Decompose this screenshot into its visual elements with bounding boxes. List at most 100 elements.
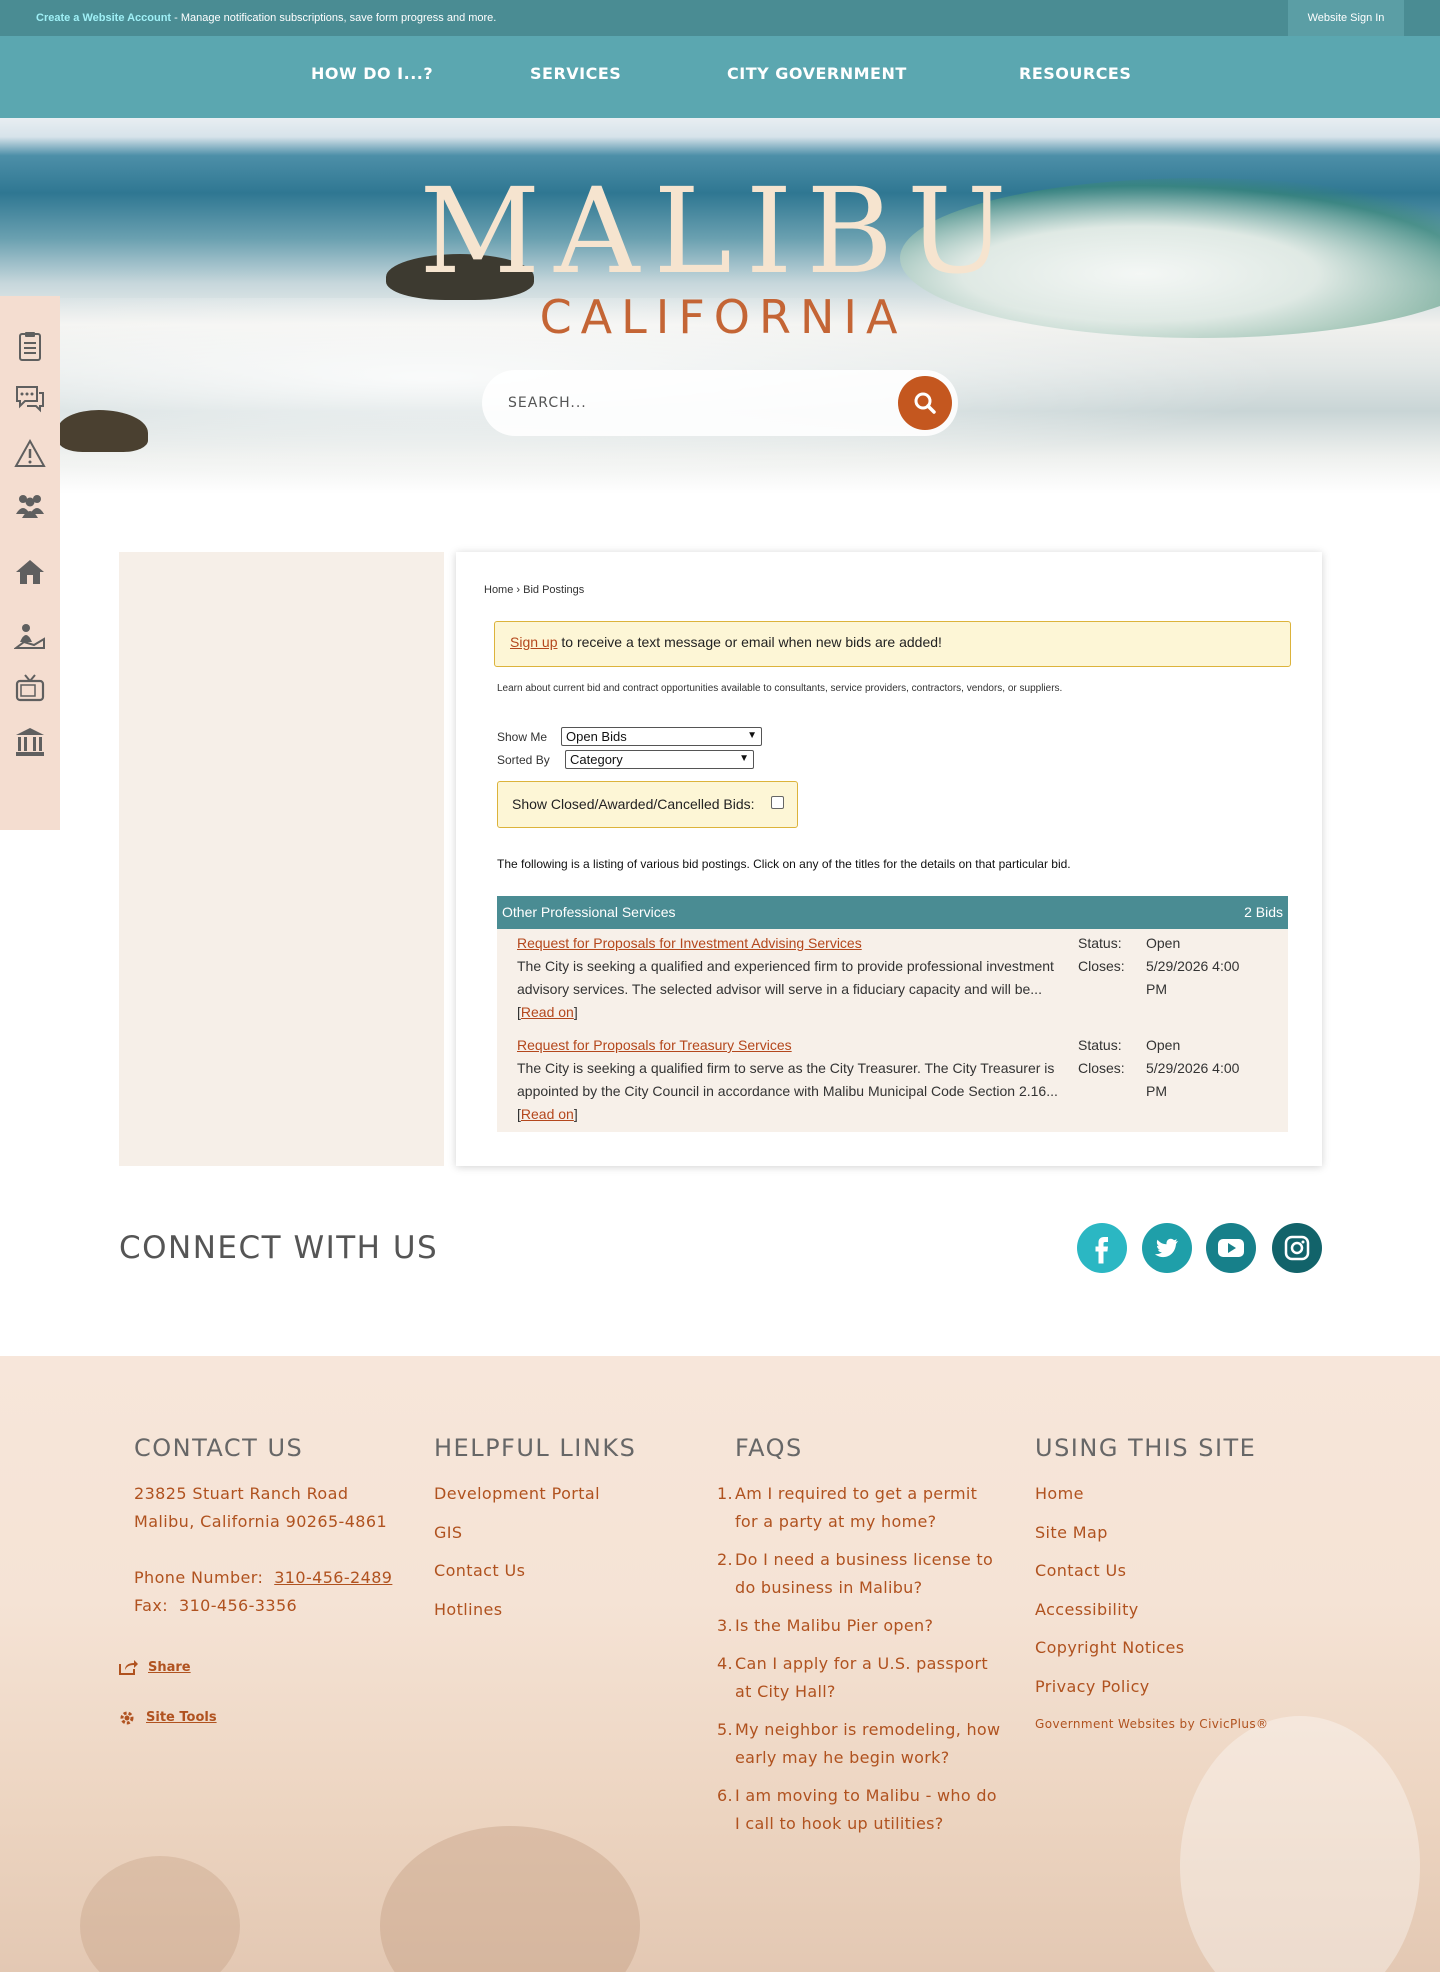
left-side-panel: [119, 552, 444, 1166]
status-label: Status:: [1078, 1037, 1122, 1053]
account-message-text: - Manage notification subscriptions, sav…: [171, 12, 497, 24]
bid-title-link[interactable]: Request for Proposals for Investment Adv…: [517, 935, 862, 951]
nav-resources[interactable]: RESOURCES: [1019, 64, 1131, 83]
closes-value: 5/29/2026 4:00 PM: [1146, 958, 1240, 997]
show-closed-box: Show Closed/Awarded/Cancelled Bids:: [497, 781, 798, 828]
bid-description: The City is seeking a qualified and expe…: [517, 958, 1054, 997]
using-link-privacy-policy[interactable]: Privacy Policy: [1035, 1673, 1150, 1701]
home-icon[interactable]: [14, 556, 46, 588]
footer-background-rock: [380, 1826, 640, 1972]
account-message: Create a Website Account - Manage notifi…: [36, 12, 496, 24]
civicplus-link[interactable]: Government Websites by CivicPlus®: [1035, 1717, 1268, 1731]
helpful-link-contact-us[interactable]: Contact Us: [434, 1557, 525, 1585]
fax-number: 310-456-3356: [178, 1596, 298, 1615]
tv-icon[interactable]: [14, 672, 46, 704]
contact-address-2: Malibu, California 90265-4861: [134, 1512, 388, 1531]
alert-icon[interactable]: [14, 438, 46, 470]
breadcrumb-home[interactable]: Home: [484, 584, 513, 596]
website-sign-in-button[interactable]: Website Sign In: [1288, 0, 1404, 36]
sorted-by-label: Sorted By: [497, 753, 550, 767]
share-icon: [119, 1660, 138, 1675]
signup-link[interactable]: Sign up: [510, 634, 557, 650]
using-link-copyright-notices[interactable]: Copyright Notices: [1035, 1634, 1185, 1662]
show-closed-checkbox[interactable]: [771, 796, 784, 809]
faq-question[interactable]: Do I need a business license to do busin…: [735, 1550, 993, 1597]
search-button[interactable]: [898, 376, 952, 430]
instagram-icon[interactable]: [1272, 1223, 1322, 1273]
share-label: Share: [148, 1660, 191, 1675]
search-icon: [914, 392, 936, 414]
contact-fax-row: Fax: 310-456-3356: [134, 1592, 297, 1620]
fax-label: Fax:: [134, 1596, 168, 1615]
map-person-icon[interactable]: [14, 620, 46, 652]
nav-services[interactable]: SERVICES: [530, 64, 621, 83]
sorted-by-value: Category: [570, 752, 623, 767]
closes-label: Closes:: [1078, 1060, 1125, 1076]
quick-links-sidebar: [0, 296, 60, 830]
nav-city-government[interactable]: CITY GOVERNMENT: [727, 64, 907, 83]
site-logo-california[interactable]: CALIFORNIA: [0, 290, 1440, 344]
using-link-contact-us[interactable]: Contact Us: [1035, 1557, 1126, 1585]
show-me-select[interactable]: Open Bids ▼: [561, 727, 762, 746]
faq-question[interactable]: Am I required to get a permit for a part…: [735, 1484, 977, 1531]
closes-value: 5/29/2026 4:00 PM: [1146, 1060, 1240, 1099]
faq-question[interactable]: My neighbor is remodeling, how early may…: [735, 1720, 1000, 1767]
faq-item[interactable]: 6. I am moving to Malibu - who do I call …: [717, 1782, 1005, 1838]
helpful-link-development-portal[interactable]: Development Portal: [434, 1480, 600, 1508]
helpful-link-gis[interactable]: GIS: [434, 1519, 462, 1547]
show-me-value: Open Bids: [566, 729, 627, 744]
helpful-links-heading: HELPFUL LINKS: [434, 1434, 637, 1462]
bid-item: Request for Proposals for Investment Adv…: [517, 932, 1277, 1024]
connect-heading: CONNECT WITH US: [119, 1230, 439, 1266]
faq-question[interactable]: Is the Malibu Pier open?: [735, 1616, 933, 1635]
people-icon[interactable]: [14, 490, 46, 522]
faq-item[interactable]: 2. Do I need a business license to do bus…: [717, 1546, 1005, 1602]
status-label: Status:: [1078, 935, 1122, 951]
sorted-by-select[interactable]: Category ▼: [565, 750, 754, 769]
chevron-down-icon: ▼: [747, 730, 757, 741]
chat-icon[interactable]: [14, 382, 46, 414]
contact-heading: CONTACT US: [134, 1434, 304, 1462]
listing-description: The following is a listing of various bi…: [497, 857, 1071, 871]
read-on-link[interactable]: Read on: [521, 1004, 574, 1020]
footer-background-foam: [1180, 1716, 1420, 1972]
twitter-icon[interactable]: [1142, 1223, 1192, 1273]
site-footer: CONTACT US 23825 Stuart Ranch Road Malib…: [0, 1356, 1440, 1972]
faq-item[interactable]: 3. Is the Malibu Pier open?: [717, 1612, 1005, 1640]
contact-address-1: 23825 Stuart Ranch Road: [134, 1484, 349, 1503]
breadcrumb: Home › Bid Postings: [484, 584, 584, 596]
government-building-icon[interactable]: [14, 726, 46, 758]
show-me-label: Show Me: [497, 730, 548, 744]
search-input[interactable]: SEARCH...: [508, 395, 587, 411]
read-on-link[interactable]: Read on: [521, 1106, 574, 1122]
faq-item[interactable]: 4. Can I apply for a U.S. passport at Cit…: [717, 1650, 1005, 1706]
bid-title-link[interactable]: Request for Proposals for Treasury Servi…: [517, 1037, 792, 1053]
main-nav: HOW DO I...? SERVICES CITY GOVERNMENT RE…: [0, 36, 1440, 118]
using-link-site-map[interactable]: Site Map: [1035, 1519, 1108, 1547]
using-link-accessibility[interactable]: Accessibility: [1035, 1596, 1139, 1624]
create-account-link[interactable]: Create a Website Account: [36, 12, 171, 24]
hero-rock-left: [58, 410, 148, 452]
faq-item[interactable]: 5. My neighbor is remodeling, how early m…: [717, 1716, 1005, 1772]
intro-text: Learn about current bid and contract opp…: [497, 683, 1063, 694]
using-link-home[interactable]: Home: [1035, 1480, 1084, 1508]
search-box[interactable]: SEARCH...: [482, 370, 958, 436]
facebook-icon[interactable]: [1077, 1223, 1127, 1273]
clipboard-icon[interactable]: [14, 330, 46, 362]
signup-notice-text: to receive a text message or email when …: [557, 634, 942, 650]
site-tools-label: Site Tools: [146, 1710, 217, 1725]
youtube-icon[interactable]: [1206, 1223, 1256, 1273]
faq-question[interactable]: I am moving to Malibu - who do I call to…: [735, 1786, 997, 1833]
signup-notice: Sign up to receive a text message or ema…: [494, 621, 1291, 667]
category-name: Other Professional Services: [502, 904, 676, 920]
nav-how-do-i[interactable]: HOW DO I...?: [311, 64, 433, 83]
site-logo-malibu[interactable]: MALIBU: [0, 162, 1440, 300]
phone-link[interactable]: 310-456-2489: [274, 1568, 392, 1587]
bid-description: The City is seeking a qualified firm to …: [517, 1060, 1058, 1099]
helpful-link-hotlines[interactable]: Hotlines: [434, 1596, 503, 1624]
faq-item[interactable]: 1. Am I required to get a permit for a pa…: [717, 1480, 1005, 1536]
faq-question[interactable]: Can I apply for a U.S. passport at City …: [735, 1654, 988, 1701]
using-this-site-heading: USING THIS SITE: [1035, 1434, 1257, 1462]
footer-background-rock: [80, 1856, 240, 1972]
faqs-heading: FAQS: [735, 1434, 803, 1462]
